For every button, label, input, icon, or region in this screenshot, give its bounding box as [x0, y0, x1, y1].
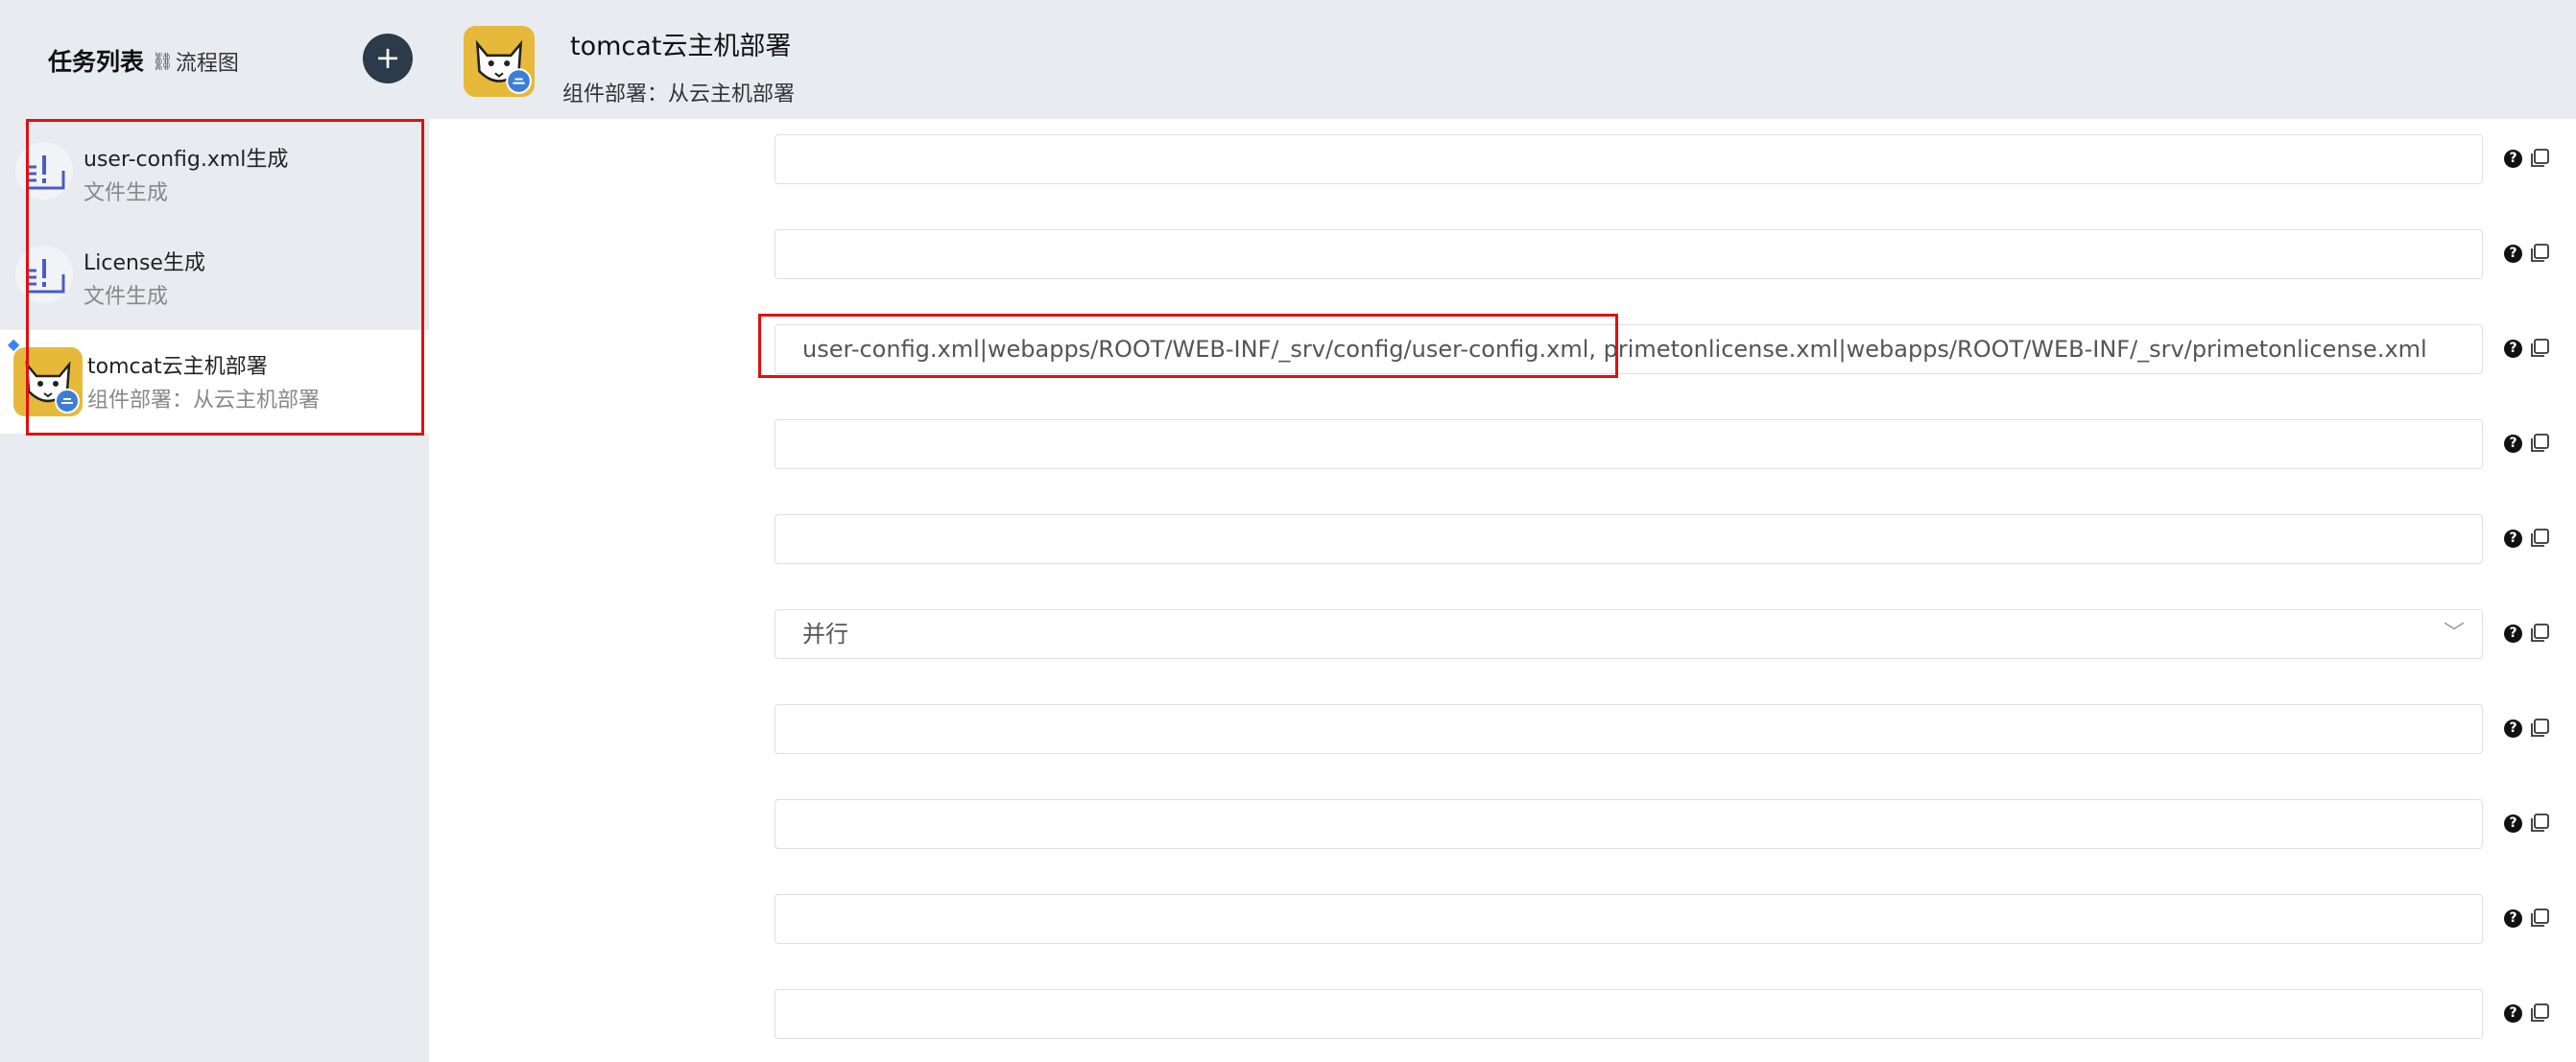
form-row-disabled: 禁用:?	[429, 415, 2576, 473]
run-mode-select[interactable]: 并行 ﹀	[775, 609, 2483, 659]
copy-icon[interactable]	[2529, 528, 2550, 549]
task-list: user-config.xml生成 文件生成 License生成 文件生成 to…	[0, 123, 429, 434]
copy-icon[interactable]	[2529, 243, 2550, 264]
form-row-property-export: 属性导出:?	[429, 890, 2576, 948]
file-generate-icon	[15, 246, 73, 303]
task-item-sub: 组件部署：从云主机部署	[87, 389, 321, 413]
copy-icon[interactable]	[2529, 433, 2550, 454]
task-item-user-config[interactable]: user-config.xml生成 文件生成	[0, 123, 429, 226]
help-icon[interactable]: ?	[2504, 245, 2522, 263]
task-header: tomcat云主机部署 组件部署：从云主机部署	[429, 0, 2576, 119]
help-icon[interactable]: ?	[2504, 435, 2522, 453]
form-row-media-push: 介质推送:?	[429, 985, 2576, 1043]
input-value: 并行	[802, 621, 848, 648]
help-icon[interactable]: ?	[2504, 720, 2522, 738]
form-row-config-deploy: 配置下发:user-config.xml|webapps/ROOT/WEB-IN…	[429, 320, 2576, 378]
task-item-tomcat[interactable]: tomcat云主机部署 组件部署：从云主机部署	[0, 330, 429, 434]
container-input[interactable]	[775, 799, 2483, 849]
property-export-input[interactable]	[775, 894, 2483, 944]
flowchart-link-label: 流程图	[175, 52, 239, 76]
copy-icon[interactable]	[2529, 623, 2550, 644]
form-row-timeout: 超时时间(秒):?	[429, 510, 2576, 568]
flowchart-icon: ⛓	[152, 51, 174, 72]
task-item-name: tomcat云主机部署	[87, 355, 268, 379]
form-row-container: 容器:?	[429, 795, 2576, 853]
tomcat-icon	[464, 26, 535, 97]
file-generate-icon	[15, 142, 73, 200]
task-item-license[interactable]: License生成 文件生成	[0, 226, 429, 330]
help-icon[interactable]: ?	[2504, 814, 2522, 833]
help-icon[interactable]: ?	[2504, 625, 2522, 643]
exclude-vars-input[interactable]	[775, 229, 2483, 279]
help-icon[interactable]: ?	[2504, 909, 2522, 928]
node-input[interactable]	[775, 704, 2483, 754]
media-push-input[interactable]	[775, 989, 2483, 1039]
sidebar-header: 任务列表 ⛓ 流程图 +	[0, 0, 429, 120]
form-row-run-mode: 运行模式:并行﹀?	[429, 605, 2576, 663]
task-sidebar: 任务列表 ⛓ 流程图 + user-config.xml生成 文件生成 Lice…	[0, 0, 429, 1062]
include-vars-input[interactable]	[775, 134, 2483, 184]
header-title: tomcat云主机部署	[570, 32, 792, 61]
tomcat-icon	[13, 347, 83, 416]
copy-icon[interactable]	[2529, 148, 2550, 169]
help-icon[interactable]: ?	[2504, 1004, 2522, 1023]
copy-icon[interactable]	[2529, 813, 2550, 834]
help-icon[interactable]: ?	[2504, 530, 2522, 548]
chevron-down-icon: ﹀	[2443, 622, 2465, 646]
copy-icon[interactable]	[2529, 338, 2550, 359]
disabled-input[interactable]	[775, 419, 2483, 469]
help-icon[interactable]: ?	[2504, 340, 2522, 358]
form-row-node: 节点:?	[429, 700, 2576, 758]
task-item-sub: 文件生成	[83, 285, 169, 309]
copy-icon[interactable]	[2529, 1003, 2550, 1024]
copy-icon[interactable]	[2529, 718, 2550, 739]
help-icon[interactable]: ?	[2504, 150, 2522, 168]
flowchart-link[interactable]: ⛓ 流程图	[152, 46, 239, 77]
add-task-button[interactable]: +	[363, 34, 413, 83]
task-item-sub: 文件生成	[83, 181, 169, 205]
timeout-input[interactable]	[775, 514, 2483, 564]
form-row-exclude-vars: 排除变量:?	[429, 225, 2576, 283]
input-value: user-config.xml|webapps/ROOT/WEB-INF/_sr…	[802, 336, 2427, 363]
drag-handle-icon[interactable]: ◆	[8, 335, 27, 356]
header-subtitle: 组件部署：从云主机部署	[562, 83, 796, 106]
form-row-include-vars: 包含变量:?	[429, 130, 2576, 188]
task-item-name: user-config.xml生成	[83, 148, 289, 172]
config-deploy-input[interactable]: user-config.xml|webapps/ROOT/WEB-INF/_sr…	[775, 324, 2483, 374]
copy-icon[interactable]	[2529, 908, 2550, 929]
task-item-name: License生成	[83, 251, 205, 275]
sidebar-title: 任务列表	[48, 48, 145, 76]
